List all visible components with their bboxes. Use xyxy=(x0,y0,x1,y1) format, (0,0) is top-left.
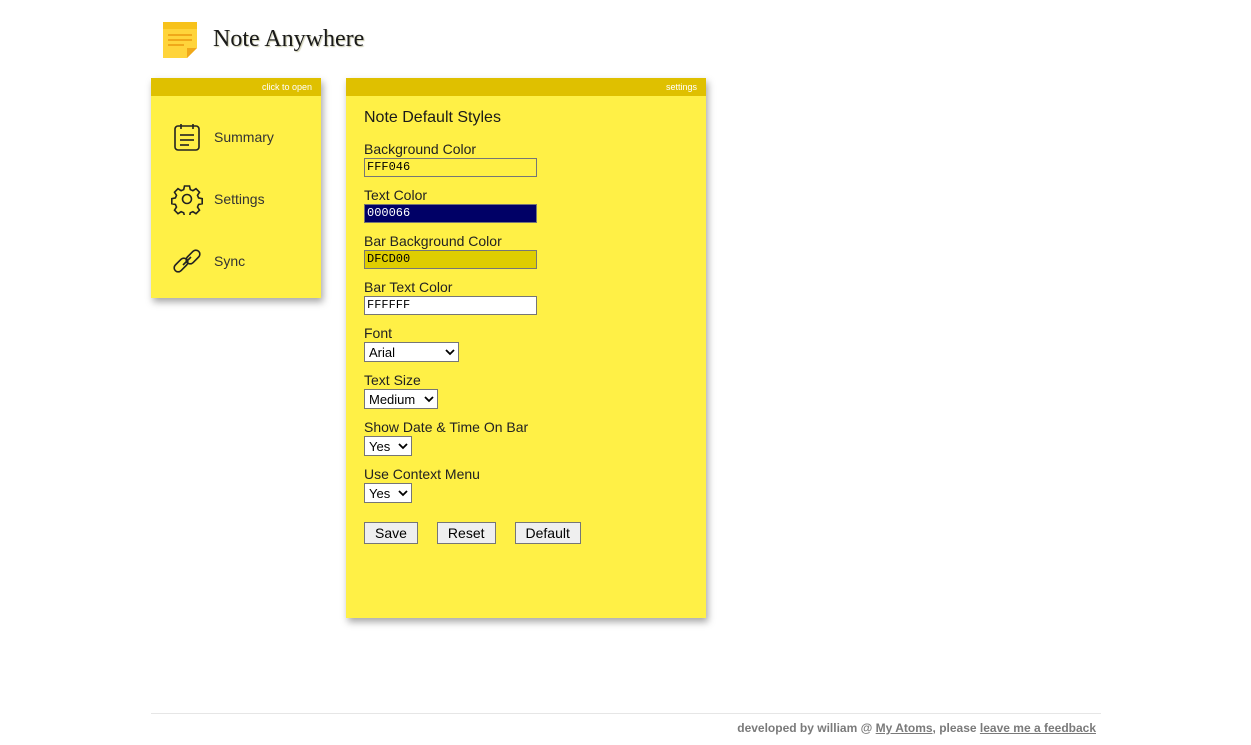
text-size-select-value: Medium xyxy=(369,391,416,407)
menu-item-settings[interactable]: Settings xyxy=(151,168,321,230)
menu-note: click to open Summary Settings Sync xyxy=(151,78,321,298)
feedback-link[interactable]: leave me a feedback xyxy=(980,721,1096,735)
bar-text-color-field: Bar Text Color FFFFFF xyxy=(364,279,706,315)
text-size-label: Text Size xyxy=(364,372,421,388)
settings-note-bar[interactable]: settings xyxy=(346,78,706,96)
my-atoms-link[interactable]: My Atoms xyxy=(876,721,933,735)
section-title: Note Default Styles xyxy=(364,109,501,126)
menu-list: Summary Settings Sync xyxy=(151,96,321,292)
chevron-down-icon xyxy=(424,395,434,402)
bar-background-color-input[interactable]: DFCD00 xyxy=(364,250,537,269)
settings-note: settings Note Default Styles Background … xyxy=(346,78,706,618)
bar-background-color-label: Bar Background Color xyxy=(364,233,502,249)
bar-background-color-field: Bar Background Color DFCD00 xyxy=(364,233,706,269)
bar-text-color-label: Bar Text Color xyxy=(364,279,453,295)
font-select[interactable]: Arial xyxy=(364,342,459,362)
bar-text-color-input[interactable]: FFFFFF xyxy=(364,296,537,315)
text-size-select[interactable]: Medium xyxy=(364,389,438,409)
chevron-down-icon xyxy=(445,348,455,355)
menu-item-sync[interactable]: Sync xyxy=(151,230,321,292)
footer-divider xyxy=(151,713,1101,714)
gear-icon xyxy=(171,185,203,215)
show-date-time-field: Show Date & Time On Bar Yes xyxy=(364,419,706,456)
footer-prefix: developed by william @ xyxy=(737,721,876,735)
show-date-time-select[interactable]: Yes xyxy=(364,436,412,456)
form-buttons: Save Reset Default xyxy=(364,522,706,544)
text-color-field: Text Color 000066 xyxy=(364,187,706,223)
app-title: Note Anywhere xyxy=(213,25,365,52)
app-header: Note Anywhere xyxy=(159,18,364,60)
font-select-value: Arial xyxy=(369,344,396,360)
save-button[interactable]: Save xyxy=(364,522,418,544)
use-context-menu-label: Use Context Menu xyxy=(364,466,480,482)
use-context-menu-select-value: Yes xyxy=(369,485,391,501)
menu-item-label: Summary xyxy=(214,129,274,145)
menu-item-summary[interactable]: Summary xyxy=(151,106,321,168)
footer: developed by william @ My Atoms, please … xyxy=(737,721,1096,735)
menu-item-label: Settings xyxy=(214,191,265,207)
background-color-field: Background Color FFF046 xyxy=(364,141,706,177)
settings-form: Note Default Styles Background Color FFF… xyxy=(346,96,706,544)
menu-note-bar[interactable]: click to open xyxy=(151,78,321,96)
footer-middle: , please xyxy=(932,721,980,735)
use-context-menu-select[interactable]: Yes xyxy=(364,483,412,503)
default-button[interactable]: Default xyxy=(514,522,581,544)
background-color-input[interactable]: FFF046 xyxy=(364,158,537,177)
font-field: Font Arial xyxy=(364,325,706,362)
sticky-note-icon xyxy=(163,22,197,58)
chevron-down-icon xyxy=(398,489,408,496)
show-date-time-label: Show Date & Time On Bar xyxy=(364,419,529,435)
text-color-input[interactable]: 000066 xyxy=(364,204,537,223)
background-color-label: Background Color xyxy=(364,141,477,157)
link-icon xyxy=(173,249,201,273)
chevron-down-icon xyxy=(398,442,408,449)
font-label: Font xyxy=(364,325,393,341)
use-context-menu-field: Use Context Menu Yes xyxy=(364,466,706,503)
reset-button[interactable]: Reset xyxy=(436,522,496,544)
menu-item-label: Sync xyxy=(214,253,246,269)
show-date-time-select-value: Yes xyxy=(369,438,391,454)
clipboard-icon xyxy=(174,124,200,151)
text-size-field: Text Size Medium xyxy=(364,372,706,409)
text-color-label: Text Color xyxy=(364,187,428,203)
